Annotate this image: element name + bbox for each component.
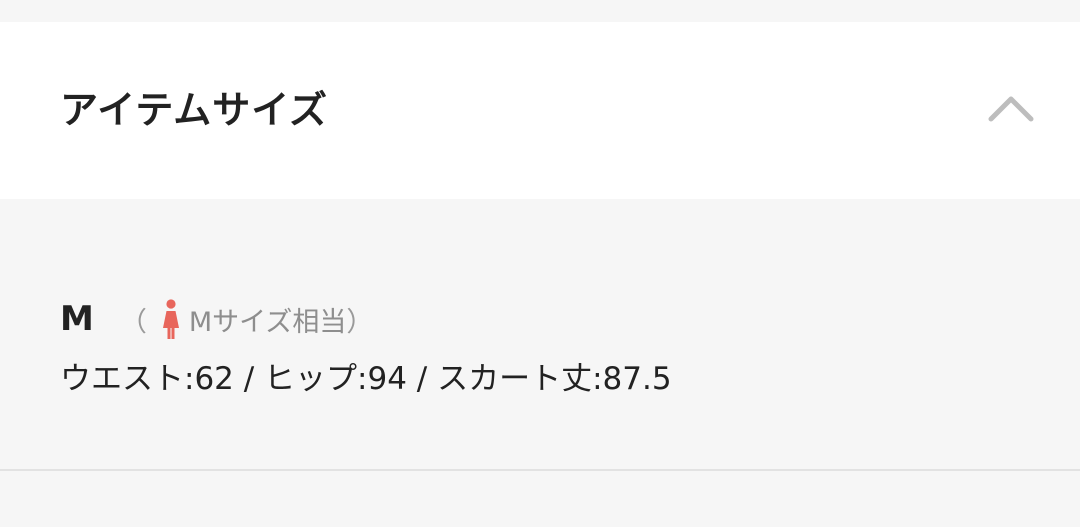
note-open-paren: （ (119, 306, 147, 338)
measurements-text: ウエスト:62 / ヒップ:94 / スカート丈:87.5 (60, 361, 672, 397)
woman-figure-icon (162, 299, 179, 339)
item-size-content: M （ Mサイズ相当 ） ウエスト:62 / ヒップ:94 / スカート丈:87… (0, 199, 1080, 469)
size-row: M （ Mサイズ相当 ） (60, 297, 373, 341)
bottom-spacer (0, 471, 1080, 527)
size-equivalent-note: （ Mサイズ相当 ） (119, 299, 374, 339)
item-size-accordion-header[interactable]: アイテムサイズ (0, 22, 1080, 199)
size-label: M (60, 299, 94, 339)
top-spacer (0, 0, 1080, 22)
chevron-up-icon[interactable] (986, 84, 1036, 134)
section-title: アイテムサイズ (60, 88, 329, 132)
note-text: Mサイズ相当 (188, 306, 347, 338)
note-close-paren: ） (346, 306, 374, 338)
